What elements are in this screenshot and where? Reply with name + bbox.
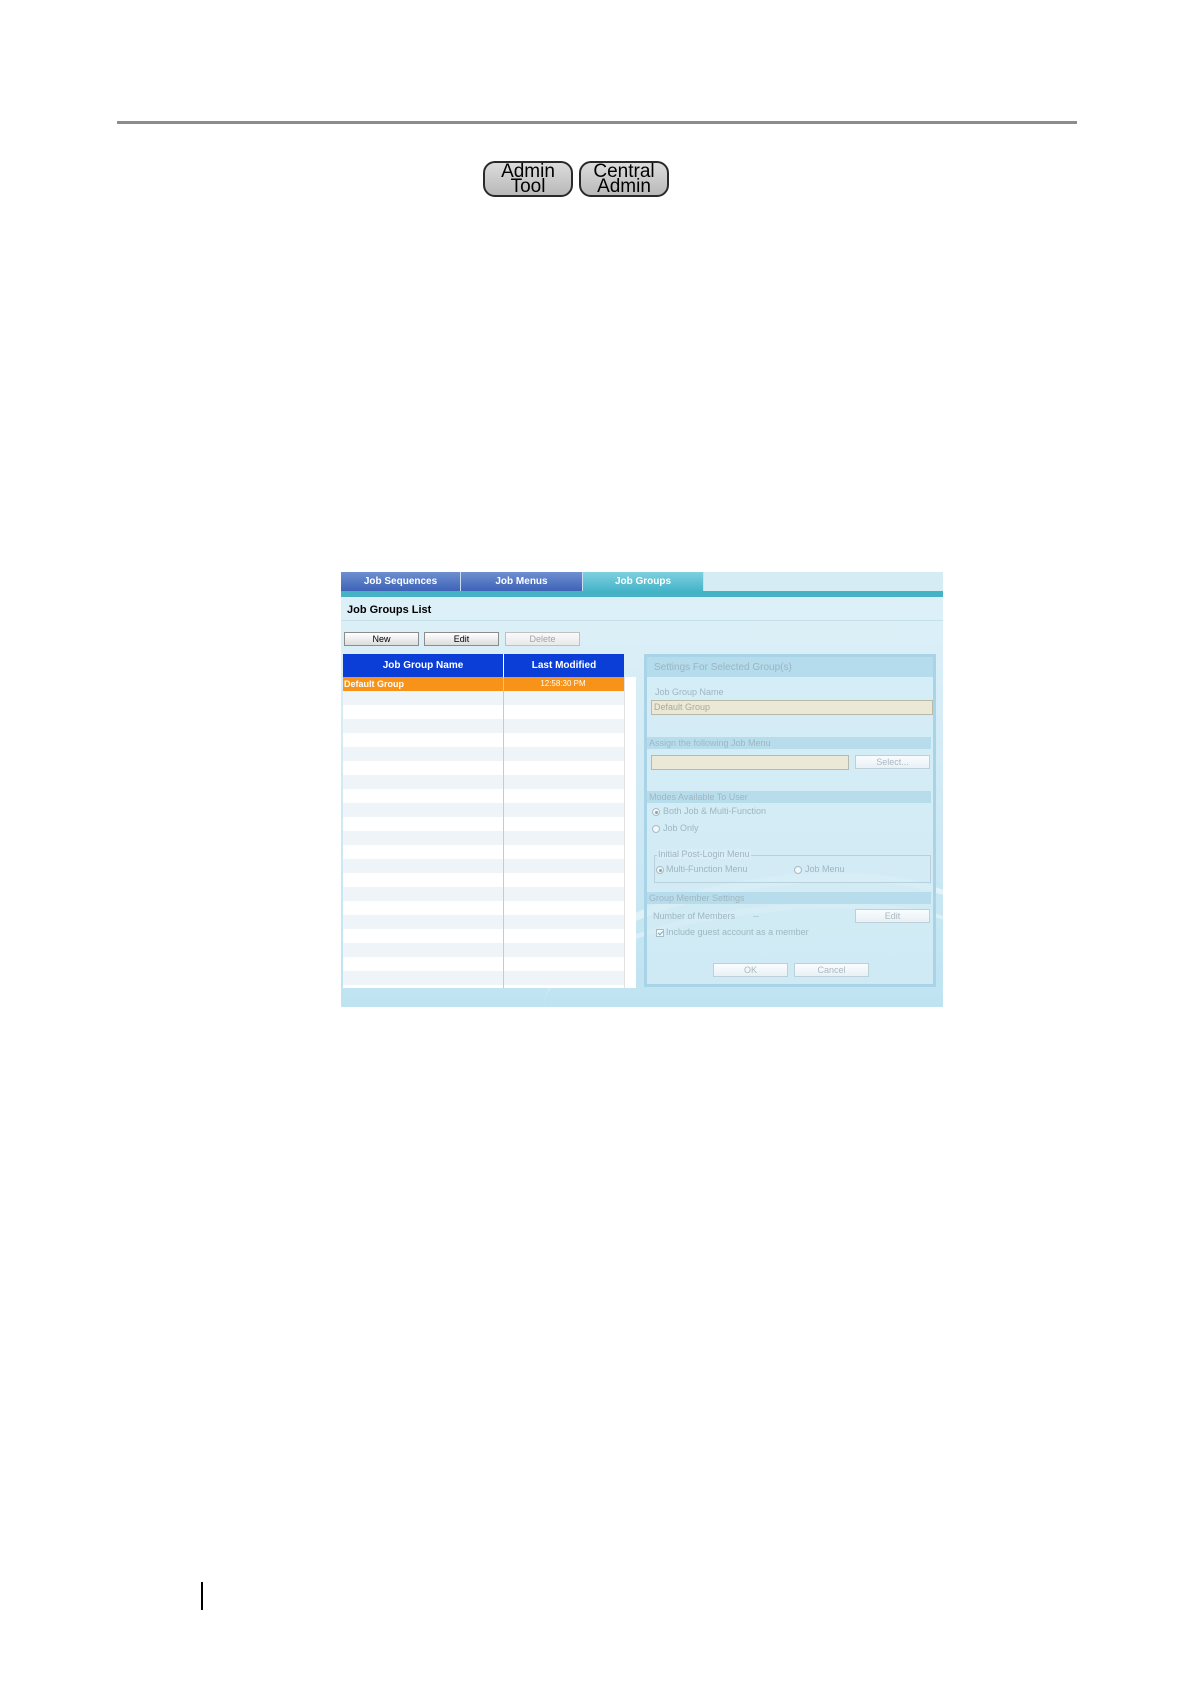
group-member-settings-header: Group Member Settings bbox=[647, 892, 931, 904]
column-divider bbox=[503, 677, 504, 988]
mode-both-radio[interactable] bbox=[652, 808, 660, 816]
empty-row bbox=[343, 845, 624, 859]
settings-panel-title: Settings For Selected Group(s) bbox=[647, 657, 933, 677]
empty-row bbox=[343, 971, 624, 985]
tab-job-menus[interactable]: Job Menus bbox=[461, 572, 583, 591]
empty-row bbox=[343, 817, 624, 831]
empty-row bbox=[343, 943, 624, 957]
job-group-name-label: Job Group Name bbox=[655, 687, 724, 697]
tab-job-sequences[interactable]: Job Sequences bbox=[341, 572, 461, 591]
empty-row bbox=[343, 887, 624, 901]
empty-row bbox=[343, 831, 624, 845]
tab-strip: Job Sequences Job Menus Job Groups bbox=[341, 572, 943, 591]
table-row[interactable]: Default Group 12:58:30 PM bbox=[343, 677, 624, 691]
mode-job-only-label: Job Only bbox=[663, 823, 699, 833]
central-admin-badge: Central Admin bbox=[579, 161, 669, 197]
job-groups-list-title: Job Groups List bbox=[347, 604, 432, 616]
job-group-name-field[interactable]: Default Group bbox=[651, 700, 933, 715]
job-menu-field[interactable] bbox=[651, 755, 849, 770]
empty-row bbox=[343, 803, 624, 817]
admin-tool-badge: Admin Tool bbox=[483, 161, 573, 197]
empty-row bbox=[343, 719, 624, 733]
select-job-menu-button[interactable]: Select... bbox=[855, 755, 930, 769]
empty-row bbox=[343, 733, 624, 747]
mode-both-label: Both Job & Multi-Function bbox=[663, 806, 767, 816]
empty-row bbox=[343, 915, 624, 929]
column-header-last-modified[interactable]: Last Modified bbox=[504, 654, 624, 677]
edit-members-button[interactable]: Edit bbox=[855, 909, 930, 923]
initial-multi-function-radio[interactable] bbox=[656, 866, 664, 874]
include-guest-checkbox[interactable] bbox=[656, 929, 664, 937]
group-settings-panel: Settings For Selected Group(s) Job Group… bbox=[644, 654, 936, 987]
new-button[interactable]: New bbox=[344, 632, 419, 646]
modes-available-header: Modes Available To User bbox=[647, 791, 931, 803]
column-header-job-group-name[interactable]: Job Group Name bbox=[343, 654, 503, 677]
number-of-members-label: Number of Members bbox=[653, 911, 736, 921]
job-groups-screen: Job Sequences Job Menus Job Groups Job G… bbox=[341, 572, 943, 1007]
footer-marker bbox=[201, 1582, 203, 1610]
initial-job-menu-label: Job Menu bbox=[805, 864, 845, 874]
admin-tool-badge-line2: Tool bbox=[510, 176, 546, 197]
empty-row bbox=[343, 957, 624, 971]
tab-job-groups[interactable]: Job Groups bbox=[583, 572, 704, 591]
job-group-name-cell: Default Group bbox=[344, 679, 404, 689]
tab-underline bbox=[341, 591, 943, 597]
empty-row bbox=[343, 789, 624, 803]
delete-button[interactable]: Delete bbox=[505, 632, 580, 646]
title-divider bbox=[341, 620, 943, 621]
empty-row bbox=[343, 901, 624, 915]
initial-multi-function-label: Multi-Function Menu bbox=[666, 864, 748, 874]
mode-job-only-radio[interactable] bbox=[652, 825, 660, 833]
ok-button[interactable]: OK bbox=[713, 963, 788, 977]
empty-row bbox=[343, 747, 624, 761]
header-rule bbox=[117, 121, 1077, 124]
job-groups-table: Job Group Name Last Modified Default Gro… bbox=[343, 654, 624, 988]
empty-row bbox=[343, 775, 624, 789]
table-scrollbar[interactable] bbox=[624, 677, 636, 988]
number-of-members-value: -- bbox=[753, 911, 759, 921]
empty-row bbox=[343, 691, 624, 705]
initial-post-login-menu-label: Initial Post-Login Menu bbox=[657, 849, 751, 859]
central-admin-badge-line2: Admin bbox=[597, 176, 651, 197]
include-guest-label: Include guest account as a member bbox=[666, 927, 809, 937]
empty-row bbox=[343, 761, 624, 775]
last-modified-cell: 12:58:30 PM bbox=[540, 679, 586, 688]
empty-row bbox=[343, 705, 624, 719]
initial-job-menu-radio[interactable] bbox=[794, 866, 802, 874]
empty-row bbox=[343, 859, 624, 873]
edit-button[interactable]: Edit bbox=[424, 632, 499, 646]
cancel-button[interactable]: Cancel bbox=[794, 963, 869, 977]
assign-job-menu-header: Assign the following Job Menu bbox=[647, 737, 931, 749]
empty-row bbox=[343, 929, 624, 943]
empty-row bbox=[343, 873, 624, 887]
